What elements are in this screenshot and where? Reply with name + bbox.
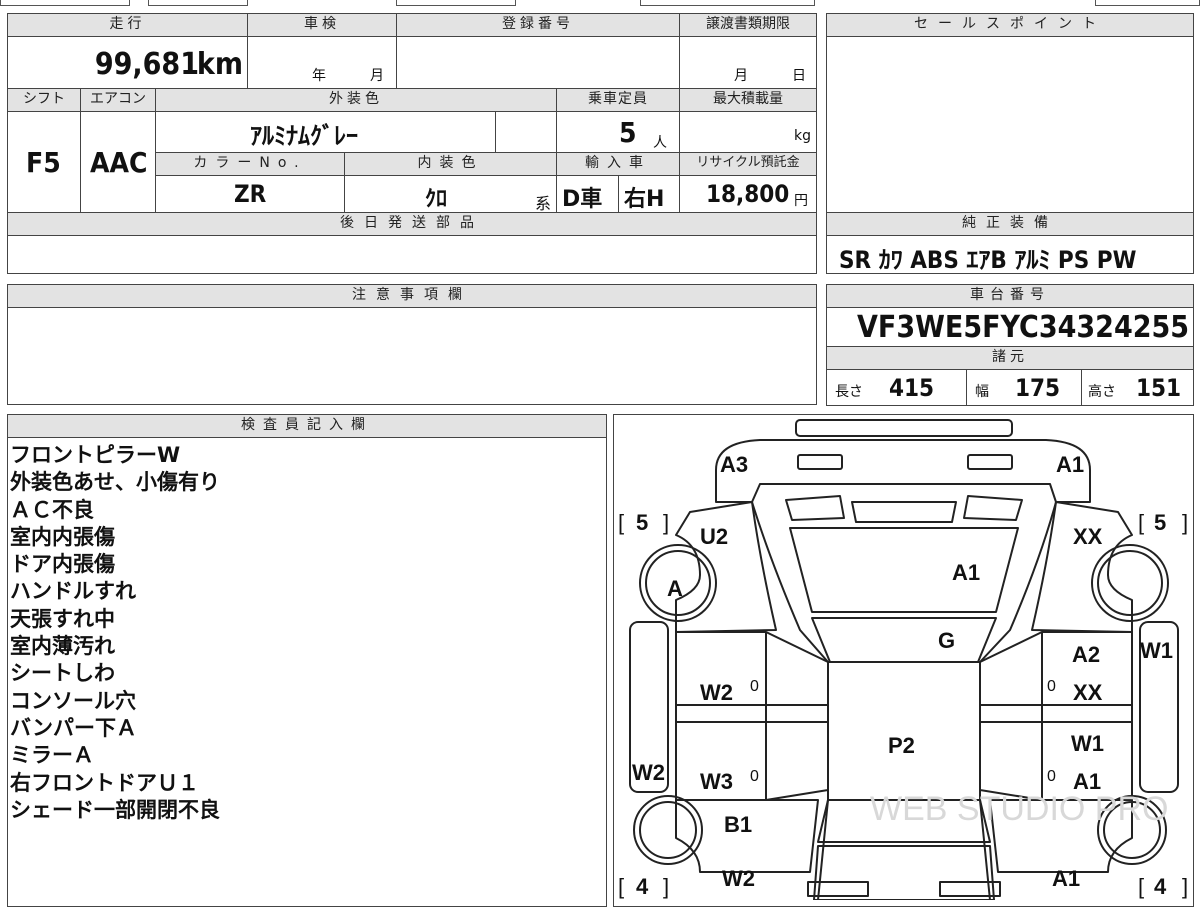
mark-front-left-fender: U2 (700, 524, 729, 549)
mark-right-rear-door2: A1 (1073, 769, 1102, 794)
grille-left (785, 495, 845, 521)
mark-front-left-bumper: A3 (720, 452, 749, 477)
rear-left-wheel (633, 795, 703, 865)
left-rear-door (675, 721, 829, 801)
rear-bumper-left (807, 881, 869, 897)
zero-right-rear: 0 (1047, 768, 1056, 785)
bracket-close: ] (1182, 874, 1189, 899)
right-mid-strip (979, 704, 1133, 723)
car-diagram: WEB STUDIO PRO (629, 419, 1179, 900)
mark-front-left-wheel: A (667, 576, 683, 601)
rear-bumper-right (939, 881, 1001, 897)
left-mid-strip (675, 704, 829, 723)
mark-right-rear-door: W1 (1071, 731, 1104, 756)
trunk-panel (813, 845, 995, 900)
mark-rear-left-fender: B1 (724, 812, 753, 837)
rear-left-wheel-inner (639, 801, 697, 859)
body-right-outline (979, 501, 1057, 900)
mark-roof: P2 (888, 733, 915, 758)
tire-rear-left-value: 4 (636, 874, 649, 899)
body-left-outline (751, 501, 829, 900)
mark-rear-left-bumper: W2 (722, 866, 755, 891)
tire-rear-right-value: 4 (1154, 874, 1167, 899)
zero-left-front: 0 (750, 678, 759, 695)
mark-rear-right-bumper: A1 (1052, 866, 1081, 891)
mark-left-front-door: W2 (700, 680, 733, 705)
grille-right (963, 495, 1023, 521)
grille-center (851, 501, 957, 523)
bonnet-panel (789, 527, 1019, 613)
mark-right-front-glass: W1 (1140, 638, 1173, 663)
front-right-wheel-inner (1097, 550, 1163, 616)
front-bumper (715, 439, 1091, 503)
mark-windshield: G (938, 628, 956, 653)
tire-front-left-value: 5 (636, 510, 649, 535)
right-front-door (979, 631, 1133, 706)
bracket-close: ] (1182, 510, 1189, 535)
mark-right-front-door: A2 (1072, 642, 1101, 667)
mark-left-rear-door: W3 (700, 769, 733, 794)
bracket-open: [ (1138, 510, 1145, 535)
mark-left-side-glass: W2 (632, 760, 665, 785)
bracket-open: [ (1138, 874, 1145, 899)
watermark: WEB STUDIO PRO (870, 790, 1168, 828)
front-left-light (797, 454, 843, 470)
roof-panel (827, 661, 981, 801)
front-bumper-strip (795, 419, 1013, 437)
front-right-wheel (1091, 544, 1169, 622)
zero-right-front: 0 (1047, 678, 1056, 695)
windshield-panel (811, 617, 997, 663)
right-rear-door (979, 721, 1133, 801)
zero-left-rear: 0 (750, 768, 759, 785)
mark-bonnet: A1 (952, 560, 981, 585)
bracket-open: [ (618, 510, 625, 535)
mark-front-right-bumper: A1 (1056, 452, 1085, 477)
bracket-open: [ (618, 874, 625, 899)
bracket-close: ] (663, 874, 670, 899)
mark-front-right-fender: XX (1073, 524, 1103, 549)
front-right-light (967, 454, 1013, 470)
mark-right-front-door2: XX (1073, 680, 1103, 705)
bracket-close: ] (663, 510, 670, 535)
tire-front-right-value: 5 (1154, 510, 1167, 535)
